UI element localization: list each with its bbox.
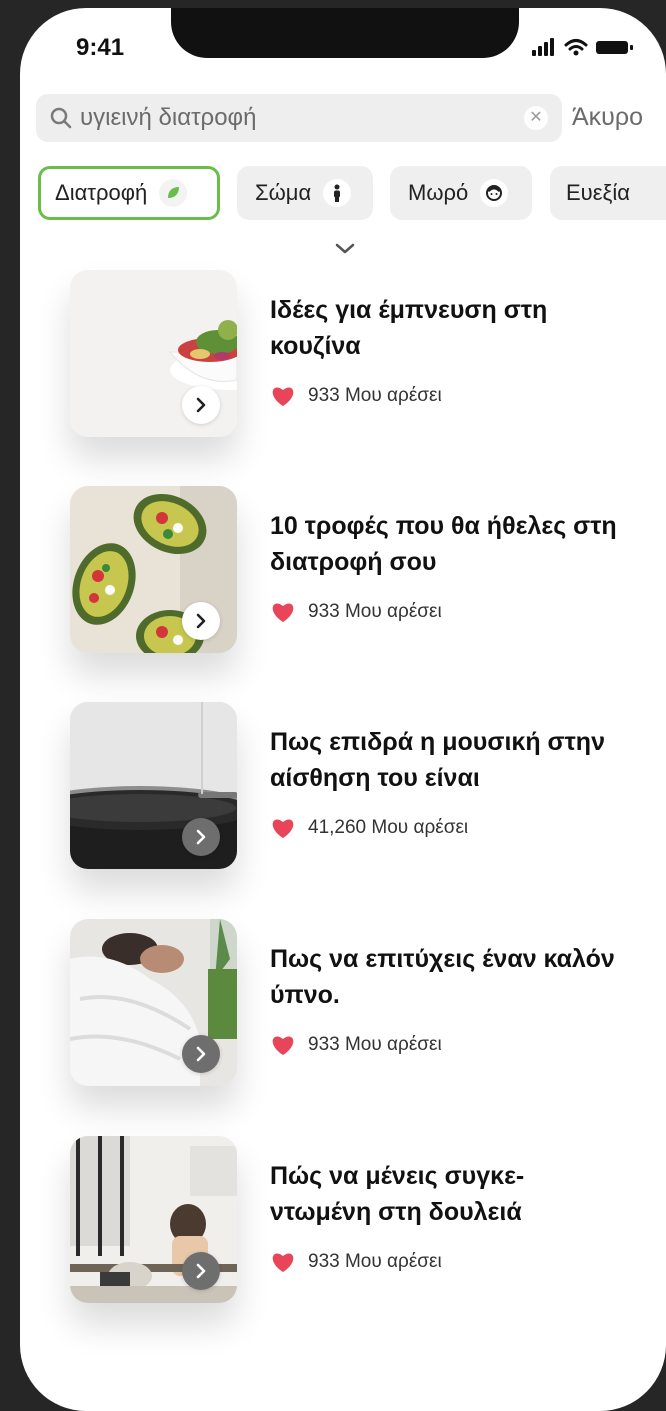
wifi-icon	[564, 39, 588, 56]
likes-row: 933 Μου αρέσει	[270, 600, 442, 624]
likes-row: 933 Μου αρέσει	[270, 1033, 442, 1057]
chevron-right-icon[interactable]	[182, 1035, 220, 1073]
heart-icon[interactable]	[270, 1250, 296, 1274]
person-icon	[323, 179, 352, 207]
cancel-button[interactable]: Άκυρο	[572, 103, 643, 132]
likes-count: 933 Μου αρέσει	[308, 385, 442, 406]
chevron-right-icon[interactable]	[182, 1252, 220, 1290]
article-card[interactable]: Ιδέες για έμπνευση στη κουζίνα 933 Μου α…	[70, 270, 630, 440]
clear-icon[interactable]: ✕	[524, 106, 548, 130]
status-icons	[532, 36, 636, 58]
likes-count: 933 Μου αρέσει	[308, 601, 442, 622]
article-title: Πως να επιτύχεις έναν καλόν ύπνο.	[270, 945, 615, 1009]
heart-icon[interactable]	[270, 816, 296, 840]
chip-euexia[interactable]: Ευεξία	[550, 166, 666, 220]
likes-count: 41,260 Μου αρέσει	[308, 817, 469, 838]
chevron-down-icon[interactable]	[334, 242, 356, 256]
heart-icon[interactable]	[270, 1033, 296, 1057]
chip-soma[interactable]: Σώμα	[237, 166, 373, 220]
search-input[interactable]: υγιεινή διατροφή ✕	[36, 94, 562, 142]
battery-icon	[596, 41, 633, 54]
leaf-icon	[159, 179, 188, 207]
likes-count: 933 Μου αρέσει	[308, 1251, 442, 1272]
heart-icon[interactable]	[270, 384, 296, 408]
likes-row: 933 Μου αρέσει	[270, 384, 442, 408]
article-title: Πώς να μένεις συγκε-ντωμένη στη δουλειά	[270, 1162, 525, 1226]
article-card[interactable]: 10 τροφές που θα ήθελες στη διατροφή σου…	[70, 486, 630, 656]
search-icon	[50, 107, 72, 129]
chip-label: Διατροφή	[55, 180, 148, 205]
signal-icon	[532, 38, 554, 56]
chip-moro[interactable]: Μωρό	[390, 166, 532, 220]
article-title: Πως επιδρά η μουσική στην αίσθηση του εί…	[270, 728, 605, 792]
category-chips: Διατροφή Σώμα Μωρό Ευεξία	[36, 166, 666, 226]
likes-count: 933 Μου αρέσει	[308, 1034, 442, 1055]
chevron-right-icon[interactable]	[182, 386, 220, 424]
article-title: Ιδέες για έμπνευση στη κουζίνα	[270, 296, 548, 360]
chip-label: Ευεξία	[566, 180, 630, 205]
likes-row: 933 Μου αρέσει	[270, 1250, 442, 1274]
chevron-right-icon[interactable]	[182, 602, 220, 640]
chevron-right-icon[interactable]	[182, 818, 220, 856]
search-query: υγιεινή διατροφή	[80, 104, 257, 131]
chip-label: Μωρό	[408, 180, 469, 205]
heart-icon[interactable]	[270, 600, 296, 624]
article-card[interactable]: Πως επιδρά η μουσική στην αίσθηση του εί…	[70, 702, 630, 872]
article-title: 10 τροφές που θα ήθελες στη διατροφή σου	[270, 512, 617, 576]
status-time: 9:41	[76, 34, 125, 61]
article-card[interactable]: Πώς να μένεις συγκε-ντωμένη στη δουλειά …	[70, 1136, 630, 1306]
device-notch	[171, 8, 519, 58]
chip-diatrofi[interactable]: Διατροφή	[38, 166, 220, 220]
baby-face-icon	[480, 179, 509, 207]
chip-label: Σώμα	[255, 180, 312, 205]
article-card[interactable]: Πως να επιτύχεις έναν καλόν ύπνο. 933 Μο…	[70, 919, 630, 1089]
phone-screen: 9:41 υγιεινή διατροφή ✕ Άκυρο Διατροφή Σ…	[20, 8, 666, 1411]
likes-row: 41,260 Μου αρέσει	[270, 816, 468, 840]
